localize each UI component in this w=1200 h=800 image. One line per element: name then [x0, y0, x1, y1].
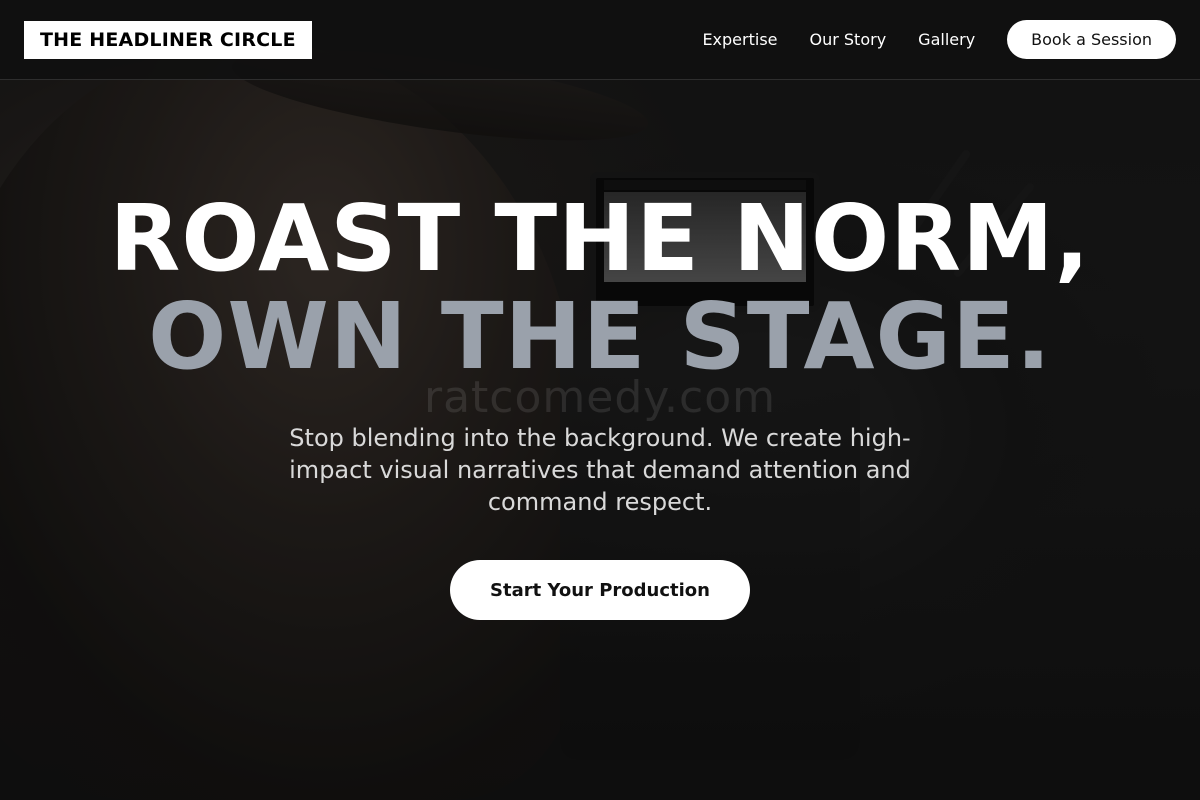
headline-line-2: OWN THE STAGE. [148, 283, 1052, 390]
nav-link-expertise[interactable]: Expertise [702, 30, 777, 49]
hero-section: ROAST THE NORM, OWN THE STAGE. Stop blen… [0, 190, 1200, 620]
landing-page: ratcomedy.com THE HEADLINER CIRCLE Exper… [0, 0, 1200, 800]
brand-logo[interactable]: THE HEADLINER CIRCLE [24, 20, 312, 59]
nav-menu: Expertise Our Story Gallery Book a Sessi… [702, 20, 1176, 59]
book-session-button[interactable]: Book a Session [1007, 20, 1176, 59]
hero-headline: ROAST THE NORM, OWN THE STAGE. [0, 190, 1200, 386]
start-production-button[interactable]: Start Your Production [450, 560, 750, 620]
top-navbar: THE HEADLINER CIRCLE Expertise Our Story… [0, 0, 1200, 80]
headline-line-1: ROAST THE NORM, [109, 185, 1091, 292]
hero-subtitle: Stop blending into the background. We cr… [289, 424, 911, 516]
nav-link-gallery[interactable]: Gallery [918, 30, 975, 49]
nav-link-our-story[interactable]: Our Story [810, 30, 887, 49]
